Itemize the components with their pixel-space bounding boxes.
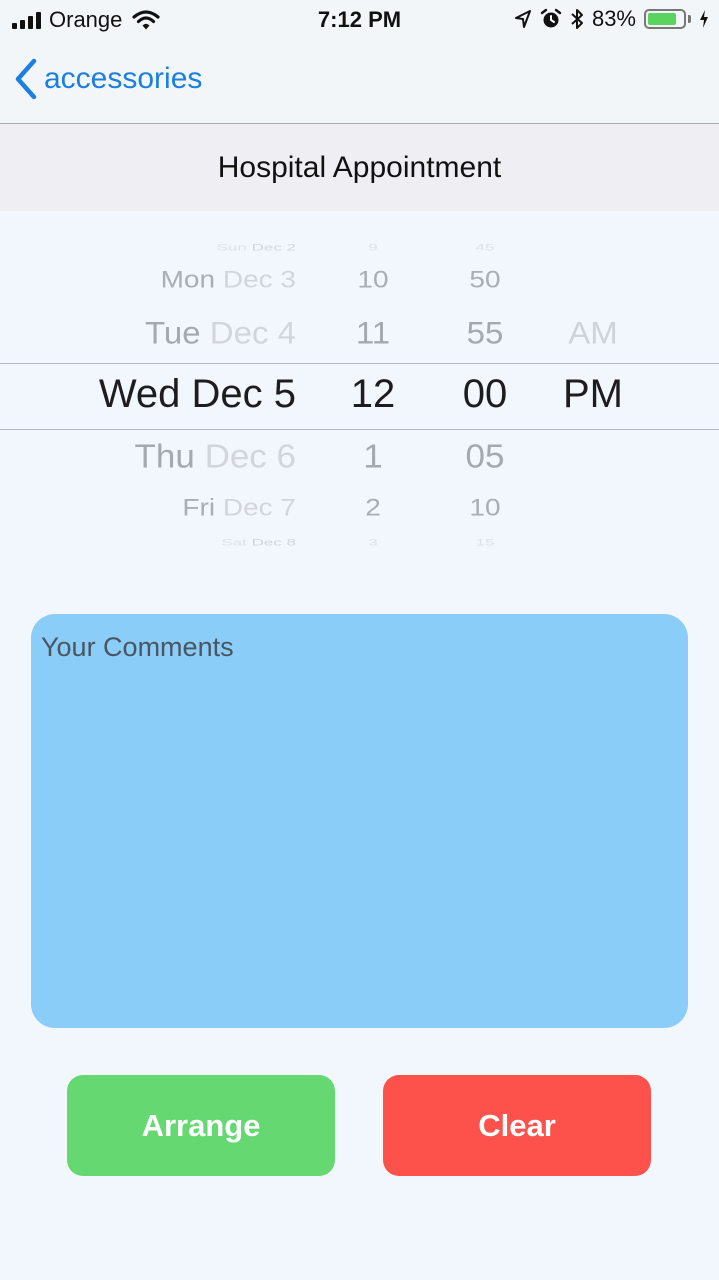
picker-hour-option[interactable]: 1 — [323, 440, 423, 473]
picker-minute-option[interactable]: 10 — [435, 496, 535, 520]
picker-minute-option[interactable]: 55 — [435, 317, 535, 348]
picker-hour-option[interactable]: 3 — [323, 538, 423, 547]
status-bar: Orange 7:12 PM 83% — [0, 0, 719, 40]
page-title-bar: Hospital Appointment — [0, 124, 719, 211]
picker-hour-option[interactable]: 9 — [323, 243, 423, 252]
picker-ampm-option[interactable]: AM — [543, 317, 643, 348]
date-time-picker[interactable]: Sun Dec 2 Mon Dec 3 Tue Dec 4 Wed Dec 5 Thu … — [0, 211, 719, 561]
back-button[interactable]: accessories — [14, 58, 202, 100]
location-arrow-icon — [514, 10, 531, 28]
navigation-bar: accessories — [0, 40, 719, 124]
status-right: 83% — [514, 6, 709, 32]
picker-ampm-option[interactable]: PM — [543, 374, 643, 414]
picker-date-option[interactable]: Fri Dec 7 — [26, 496, 296, 520]
page-title: Hospital Appointment — [217, 150, 502, 184]
picker-date-option[interactable]: Tue Dec 4 — [26, 317, 296, 348]
picker-hour-option[interactable]: 10 — [323, 268, 423, 292]
battery-tip — [688, 15, 691, 23]
clear-button[interactable]: Clear — [383, 1075, 651, 1176]
picker-hour-option[interactable]: 2 — [323, 496, 423, 520]
picker-minute-option[interactable]: 00 — [435, 374, 535, 414]
picker-minute-option[interactable]: 05 — [435, 440, 535, 473]
picker-minute-option[interactable]: 50 — [435, 268, 535, 292]
bluetooth-icon — [571, 9, 583, 29]
battery-level — [648, 13, 677, 25]
arrange-button[interactable]: Arrange — [67, 1075, 335, 1176]
picker-date-option[interactable]: Thu Dec 6 — [26, 440, 296, 473]
alarm-icon — [540, 8, 562, 28]
picker-minute-option[interactable]: 15 — [435, 538, 535, 547]
picker-hour-option[interactable]: 12 — [323, 374, 423, 414]
picker-date-option[interactable]: Sat Dec 8 — [26, 538, 296, 547]
picker-date-option[interactable]: Wed Dec 5 — [26, 374, 296, 414]
comments-placeholder: Your Comments — [41, 632, 234, 662]
picker-hour-option[interactable]: 11 — [323, 317, 423, 348]
chevron-left-icon — [15, 58, 37, 100]
battery-icon — [644, 9, 686, 29]
comments-textarea[interactable]: Your Comments — [31, 614, 688, 1028]
charging-bolt-icon — [700, 10, 708, 28]
picker-minute-option[interactable]: 45 — [435, 243, 535, 252]
picker-date-option[interactable]: Mon Dec 3 — [26, 268, 296, 292]
back-button-label: accessories — [44, 62, 203, 95]
picker-date-option[interactable]: Sun Dec 2 — [26, 243, 296, 252]
battery-percent: 83% — [591, 6, 636, 31]
